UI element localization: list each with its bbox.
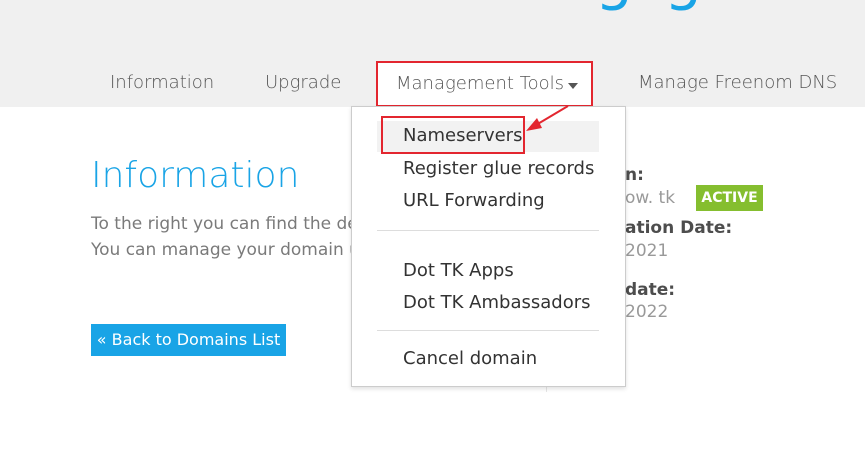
menu-item-cancel-domain[interactable]: Cancel domain: [403, 348, 537, 369]
tab-information[interactable]: Information: [110, 72, 214, 93]
menu-item-dot-tk-ambassadors[interactable]: Dot TK Ambassadors: [403, 292, 590, 313]
menu-item-url-forwarding[interactable]: URL Forwarding: [403, 190, 545, 211]
registration-date-label: ation Date:: [625, 218, 733, 238]
domain-value: ow. tk: [625, 188, 676, 208]
menu-item-dot-tk-apps[interactable]: Dot TK Apps: [403, 260, 514, 281]
tab-manage-freenom-dns[interactable]: Manage Freenom DNS: [638, 72, 837, 93]
menu-divider: [377, 330, 599, 331]
chevron-down-icon: [568, 83, 578, 89]
menu-divider: [377, 230, 599, 231]
domain-label: n:: [625, 165, 644, 185]
status-badge: ACTIVE: [696, 185, 763, 211]
page-title: Information: [91, 155, 300, 196]
tab-management-tools[interactable]: Management Tools: [376, 61, 593, 107]
annotation-highlight-box: [381, 116, 525, 154]
back-to-domains-button[interactable]: « Back to Domains List: [91, 324, 286, 356]
menu-item-register-glue-records[interactable]: Register glue records: [403, 158, 594, 179]
tab-upgrade[interactable]: Upgrade: [265, 72, 341, 93]
info-text-line-1: To the right you can find the deta: [91, 214, 375, 234]
expiry-date-label: date:: [625, 280, 676, 300]
registration-date-value: 2021: [625, 241, 669, 261]
site-logo: g g: [595, 0, 708, 8]
expiry-date-value: 2022: [625, 302, 669, 322]
info-text-line-2: You can manage your domain usi: [91, 240, 374, 260]
tab-management-tools-label: Management Tools: [396, 73, 565, 94]
